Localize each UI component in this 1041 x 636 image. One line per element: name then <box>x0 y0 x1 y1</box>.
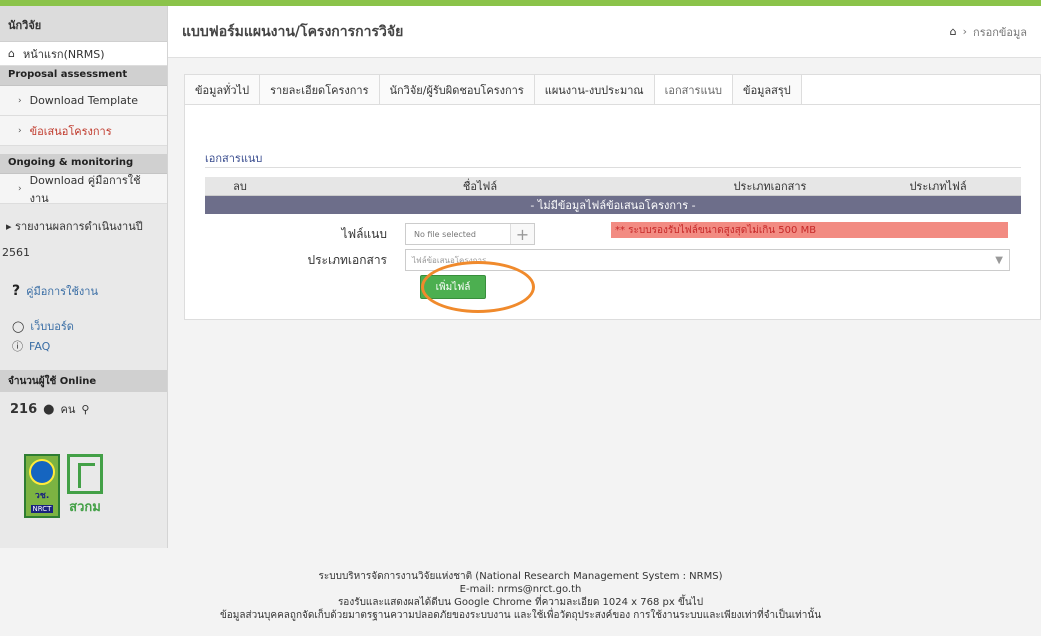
help-link[interactable]: ? คู่มือการใช้งาน <box>0 266 167 300</box>
nrct-logo: วช. NRCT <box>24 454 60 518</box>
plus-icon[interactable]: + <box>510 224 534 244</box>
footer-line: รองรับและแสดงผลได้ดีบน Google Chrome ที่… <box>337 597 704 608</box>
sidebar-section-proposal: Proposal assessment <box>0 66 167 86</box>
tab-general[interactable]: ข้อมูลทั่วไป <box>185 75 261 104</box>
column-header: ประเภทไฟล์ <box>855 177 1021 196</box>
chevron-right-icon: › <box>18 183 22 194</box>
table-header-row: ลบ ชื่อไฟล์ ประเภทเอกสาร ประเภทไฟล์ <box>205 177 1021 196</box>
doctype-row: ประเภทเอกสาร ไฟล์ข้อเสนอโครงการ ▼ <box>185 249 1010 271</box>
sidebar-user-role: นักวิจัย <box>0 6 167 42</box>
tab-attachments[interactable]: เอกสารแนบ <box>654 75 734 104</box>
sidebar: นักวิจัย ⌂ หน้าแรก(NRMS) Proposal assess… <box>0 6 168 548</box>
question-circle-icon: ⓘ <box>12 340 23 353</box>
sidebar-item-label: Download คู่มือการใช้งาน <box>29 173 141 205</box>
column-header: ลบ <box>205 177 275 196</box>
tab-budget-plan[interactable]: แผนงาน-งบประมาณ <box>534 75 655 104</box>
webboard-label: เว็บบอร์ด <box>30 320 74 333</box>
attachments-table: ลบ ชื่อไฟล์ ประเภทเอกสาร ประเภทไฟล์ - ไม… <box>205 177 1021 214</box>
logos: วช. NRCT สวกม <box>24 454 106 518</box>
column-header: ประเภทเอกสาร <box>685 177 855 196</box>
question-icon: ? <box>12 283 21 299</box>
chevron-right-icon: › <box>962 25 968 38</box>
user-icon: ● <box>43 401 55 417</box>
sidebar-item-label: ข้อเสนอโครงการ <box>29 124 112 138</box>
online-unit: คน <box>60 403 76 416</box>
column-header: ชื่อไฟล์ <box>275 177 685 196</box>
tab-bar: ข้อมูลทั่วไป รายละเอียดโครงการ นักวิจัย/… <box>185 75 1040 105</box>
section-title: เอกสารแนบ <box>205 152 263 165</box>
sidebar-item-label: หน้าแรก(NRMS) <box>22 47 105 61</box>
doctype-label: ประเภทเอกสาร <box>307 252 387 267</box>
report-year: 2561 <box>2 246 30 259</box>
footer: ระบบบริหารจัดการงานวิจัยแห่งชาติ (Nation… <box>0 556 1041 636</box>
logo-text: NRCT <box>30 504 54 513</box>
triangle-right-icon: ▸ <box>6 220 12 233</box>
file-label: ไฟล์แนบ <box>341 226 387 241</box>
tab-summary[interactable]: ข้อมูลสรุป <box>733 75 802 104</box>
sidebar-item-proposal[interactable]: › ข้อเสนอโครงการ <box>0 116 167 146</box>
breadcrumb-current: กรอกข้อมูล <box>973 25 1027 39</box>
sidebar-item-download-template[interactable]: › Download Template <box>0 86 167 116</box>
faq-label: FAQ <box>29 339 51 353</box>
size-warning: ** ระบบรองรับไฟล์ขนาดสูงสุดไม่เกิน 500 M… <box>611 222 1008 238</box>
footer-line: ระบบบริหารจัดการงานวิจัยแห่งชาติ (Nation… <box>318 571 723 582</box>
footer-email[interactable]: E-mail: nrms@nrct.go.th <box>0 583 1041 596</box>
webboard-link[interactable]: ◯ เว็บบอร์ด <box>12 316 155 336</box>
faq-link[interactable]: ⓘ FAQ <box>12 336 155 356</box>
form-panel: ข้อมูลทั่วไป รายละเอียดโครงการ นักวิจัย/… <box>184 74 1041 320</box>
file-placeholder: No file selected <box>414 229 476 239</box>
speech-bubble-icon: ◯ <box>12 319 25 333</box>
online-users-header: จำนวนผู้ใช้ Online <box>0 370 167 392</box>
doctype-value: ไฟล์ข้อเสนอโครงการ <box>412 255 487 265</box>
divider <box>205 167 1021 168</box>
file-upload-row: ไฟล์แนบ No file selected + ** ระบบรองรับ… <box>185 222 1008 245</box>
tab-researchers[interactable]: นักวิจัย/ผู้รับผิดชอบโครงการ <box>379 75 535 104</box>
sidebar-item-download-manual[interactable]: › Download คู่มือการใช้งาน <box>0 173 167 205</box>
file-input[interactable]: No file selected + <box>405 223 535 245</box>
page-header: แบบฟอร์มแผนงาน/โครงการการวิจัย ⌂ › กรอกข… <box>168 6 1041 58</box>
add-file-button[interactable]: เพิ่มไฟล์ <box>420 275 486 299</box>
caret-down-icon: ▼ <box>995 254 1003 266</box>
footer-line: ข้อมูลส่วนบุคคลถูกจัดเก็บด้วยมาตรฐานความ… <box>219 610 822 621</box>
search-icon[interactable]: ⚲ <box>81 403 89 416</box>
page-title: แบบฟอร์มแผนงาน/โครงการการวิจัย <box>182 23 404 40</box>
emblem-icon <box>29 459 55 486</box>
online-users-count: 216 ● คน ⚲ <box>0 392 167 426</box>
report-label: รายงานผลการดำเนินงานปี <box>15 220 143 233</box>
help-label: คู่มือการใช้งาน <box>26 285 98 298</box>
home-icon[interactable]: ⌂ <box>950 25 957 38</box>
chevron-right-icon: › <box>18 125 22 136</box>
agency-logo: สวกม <box>64 454 106 518</box>
doctype-select[interactable]: ไฟล์ข้อเสนอโครงการ ▼ <box>405 249 1010 271</box>
breadcrumb: ⌂ › กรอกข้อมูล <box>950 23 1027 41</box>
empty-message: - ไม่มีข้อมูลไฟล์ข้อเสนอโครงการ - <box>205 195 1021 214</box>
table-row: - ไม่มีข้อมูลไฟล์ข้อเสนอโครงการ - <box>205 195 1021 214</box>
online-count: 216 <box>10 401 38 417</box>
building-icon <box>67 454 103 494</box>
sidebar-item-label: Download Template <box>29 94 138 107</box>
chevron-right-icon: › <box>18 95 22 106</box>
home-icon: ⌂ <box>8 47 15 60</box>
main-content: แบบฟอร์มแผนงาน/โครงการการวิจัย ⌂ › กรอกข… <box>168 6 1041 548</box>
logo-text: สวกม <box>69 500 101 515</box>
sidebar-item-annual-report[interactable]: ▸ รายงานผลการดำเนินงานปี 2561 <box>0 204 167 266</box>
logo-text: วช. <box>34 490 50 501</box>
tab-project-details[interactable]: รายละเอียดโครงการ <box>260 75 380 104</box>
sidebar-item-home[interactable]: ⌂ หน้าแรก(NRMS) <box>0 42 167 66</box>
